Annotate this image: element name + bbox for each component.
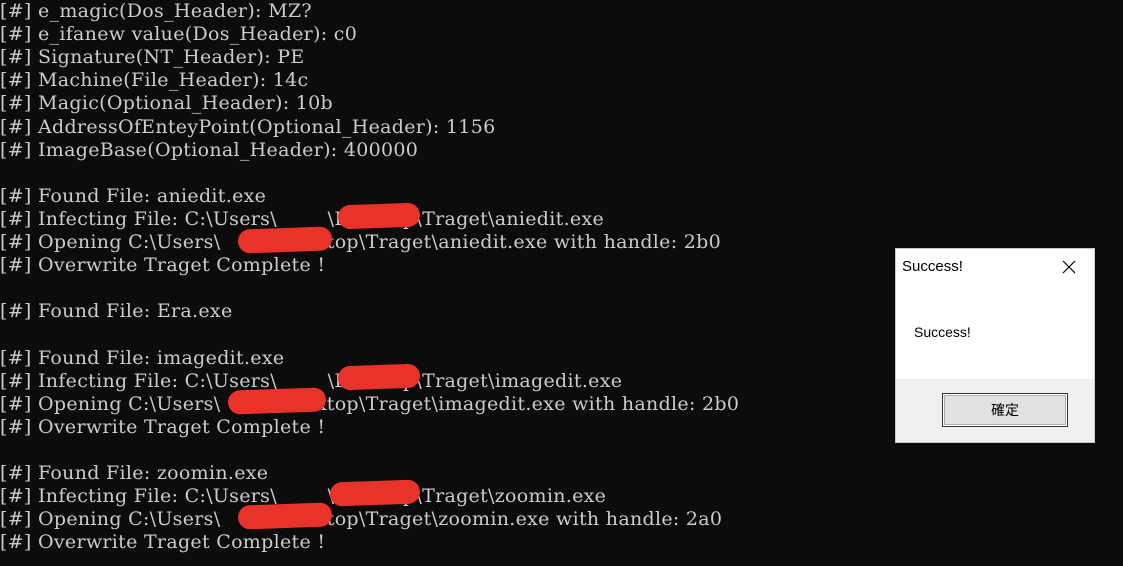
console-line: [#] e_magic(Dos_Header): MZ?: [0, 0, 312, 22]
console-line: [#] Magic(Optional_Header): 10b: [0, 92, 334, 115]
redaction-mark: [237, 226, 333, 254]
redaction-mark: [337, 202, 421, 230]
console-line: [#] Overwrite Traget Complete !: [0, 254, 326, 277]
console-line: [#] ImageBase(Optional_Header): 400000: [0, 138, 419, 161]
console-line: [#] Signature(NT_Header): PE: [0, 46, 305, 69]
close-icon[interactable]: [1056, 254, 1082, 280]
redaction-mark: [337, 363, 421, 391]
success-dialog[interactable]: Success! Success! 確定: [896, 249, 1094, 442]
console-line: [#] Found File: zoomin.exe: [0, 462, 269, 484]
console-line: [#] Found File: imagedit.exe: [0, 346, 285, 369]
console-line: [#] Opening C:\Users\ \Desktop\Traget\an…: [0, 231, 721, 253]
dialog-footer: 確定: [896, 379, 1094, 442]
console-line: [#] Overwrite Traget Complete !: [0, 415, 326, 438]
console-line: [#] Machine(File_Header): 14c: [0, 69, 309, 92]
redaction-mark: [237, 502, 333, 530]
dialog-message: Success!: [914, 324, 971, 340]
console-line: [#] e_ifanew value(Dos_Header): c0: [0, 23, 358, 46]
dialog-title: Success!: [902, 258, 963, 275]
console-line: [#] Overwrite Traget Complete !: [0, 531, 326, 554]
console-line: [#] AddressOfEnteyPoint(Optional_Header)…: [0, 115, 496, 138]
console-line: [#] Opening C:\Users\ \Desktop\Traget\zo…: [0, 508, 723, 531]
console-line: [#] Opening C:\Users\ \Desktop\Traget\im…: [0, 392, 740, 415]
console-line: [#] Found File: aniedit.exe: [0, 184, 267, 207]
redaction-mark: [227, 387, 327, 415]
dialog-titlebar[interactable]: Success!: [896, 249, 1094, 285]
redaction-mark: [329, 479, 421, 507]
console-line: [#] Found File: Era.exe: [0, 300, 233, 323]
ok-button[interactable]: 確定: [942, 393, 1068, 427]
